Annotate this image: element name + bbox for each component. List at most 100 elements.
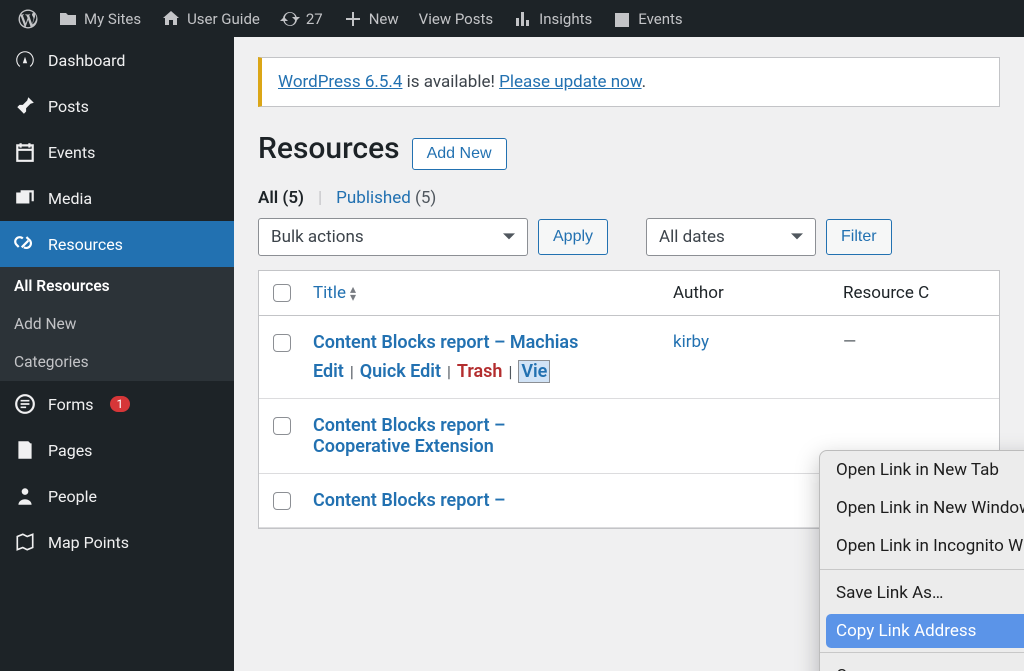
row-quick-edit-link[interactable]: Quick Edit [360,361,441,382]
select-all-checkbox[interactable] [273,284,291,302]
cm-separator [820,569,1024,570]
sidebar-item-map-points[interactable]: Map Points [0,519,234,565]
th-author[interactable]: Author [673,283,843,303]
toolbar-view-posts-label: View Posts [419,10,493,28]
row-checkbox[interactable] [273,334,291,352]
table-header: Title ▴▾ Author Resource C [259,271,999,316]
row-author-link[interactable]: kirby [673,332,709,352]
dates-select[interactable]: All dates [646,218,816,256]
sidebar-media-label: Media [48,189,92,208]
cm-copy[interactable]: Copy [820,657,1024,671]
toolbar-events[interactable]: Events [602,0,692,37]
row-title-link[interactable]: Content Blocks report – Machias [313,332,578,353]
sites-icon [58,9,78,29]
th-title[interactable]: Title ▴▾ [313,283,673,303]
toolbar-insights-label: Insights [539,10,592,28]
bulk-actions-row: Bulk actions Apply All dates Filter [258,218,1000,256]
filter-separator: | [318,188,322,208]
sidebar-item-events[interactable]: Events [0,129,234,175]
toolbar-view-posts[interactable]: View Posts [409,0,503,37]
cm-copy-link-address[interactable]: Copy Link Address [826,614,1024,648]
calendar-icon [612,9,632,29]
sidebar-item-media[interactable]: Media [0,175,234,221]
toolbar-updates[interactable]: 27 [270,0,333,37]
toolbar-user-guide-label: User Guide [187,10,260,28]
sidebar-resources-submenu: All Resources Add New Categories [0,267,234,381]
map-icon [14,531,36,553]
update-notice: WordPress 6.5.4 is available! Please upd… [258,57,1000,107]
pages-icon [14,439,36,461]
sidebar-events-label: Events [48,143,95,162]
notice-update-link[interactable]: Please update now [499,72,642,92]
filter-published[interactable]: Published (5) [336,188,436,208]
context-menu: Open Link in New Tab Open Link in New Wi… [819,450,1024,671]
wp-logo[interactable] [8,0,48,37]
cm-open-incognito[interactable]: Open Link in Incognito Window [820,527,1024,565]
toolbar-new-label: New [369,10,399,28]
cm-open-new-tab[interactable]: Open Link in New Tab [820,451,1024,489]
row-category: — [843,332,985,352]
select-all-cell [273,284,313,302]
sidebar-sub-add-new[interactable]: Add New [0,305,234,343]
plus-icon [343,9,363,29]
media-icon [14,187,36,209]
sort-icon: ▴▾ [350,285,356,302]
dashboard-icon [14,49,36,71]
admin-sidebar: Dashboard Posts Events Media Resources A… [0,37,234,671]
cm-separator [820,652,1024,653]
toolbar-my-sites-label: My Sites [84,10,141,28]
refresh-icon [280,9,300,29]
table-row: Content Blocks report – Machias Edit | Q… [259,316,999,399]
toolbar-new[interactable]: New [333,0,409,37]
sidebar-resources-label: Resources [48,235,123,254]
sidebar-dashboard-label: Dashboard [48,51,125,70]
toolbar-user-guide[interactable]: User Guide [151,0,270,37]
home-icon [161,9,181,29]
page-title-row: Resources Add New [258,131,1000,170]
sidebar-item-posts[interactable]: Posts [0,83,234,129]
cm-open-new-window[interactable]: Open Link in New Window [820,489,1024,527]
sidebar-posts-label: Posts [48,97,89,116]
person-icon [14,485,36,507]
sidebar-item-pages[interactable]: Pages [0,427,234,473]
row-view-link[interactable]: Vie [518,360,550,383]
row-title-link[interactable]: Content Blocks report – [313,490,505,511]
toolbar-my-sites[interactable]: My Sites [48,0,151,37]
sidebar-sub-categories[interactable]: Categories [0,343,234,381]
notice-version-link[interactable]: WordPress 6.5.4 [278,72,402,92]
sidebar-sub-all-resources[interactable]: All Resources [0,267,234,305]
apply-button[interactable]: Apply [538,219,608,255]
row-title-link[interactable]: Content Blocks report – Cooperative Exte… [313,415,505,457]
sidebar-forms-label: Forms [48,395,94,414]
sidebar-item-dashboard[interactable]: Dashboard [0,37,234,83]
sidebar-item-resources[interactable]: Resources [0,221,234,267]
bulk-actions-select[interactable]: Bulk actions [258,218,528,256]
row-checkbox[interactable] [273,492,291,510]
admin-toolbar: My Sites User Guide 27 New View Posts In… [0,0,1024,37]
forms-badge: 1 [110,396,131,412]
notice-end: . [642,72,646,92]
row-checkbox[interactable] [273,417,291,435]
sidebar-map-points-label: Map Points [48,533,129,552]
row-edit-link[interactable]: Edit [313,361,344,382]
calendar-icon [14,141,36,163]
sidebar-item-people[interactable]: People [0,473,234,519]
wordpress-icon [18,9,38,29]
filter-all[interactable]: All (5) [258,188,304,208]
status-filter-row: All (5) | Published (5) [258,188,1000,208]
th-category[interactable]: Resource C [843,283,985,303]
add-new-button[interactable]: Add New [412,138,507,170]
page-title: Resources [258,131,400,166]
link-icon [14,233,36,255]
sidebar-people-label: People [48,487,97,506]
filter-button[interactable]: Filter [826,219,892,255]
sidebar-item-forms[interactable]: Forms 1 [0,381,234,427]
cm-save-link-as[interactable]: Save Link As… [820,574,1024,612]
row-trash-link[interactable]: Trash [457,361,503,382]
notice-mid-text: is available! [402,72,499,92]
toolbar-events-label: Events [638,10,682,28]
toolbar-insights[interactable]: Insights [503,0,602,37]
main-content: WordPress 6.5.4 is available! Please upd… [234,37,1024,671]
forms-icon [14,393,36,415]
pin-icon [14,95,36,117]
